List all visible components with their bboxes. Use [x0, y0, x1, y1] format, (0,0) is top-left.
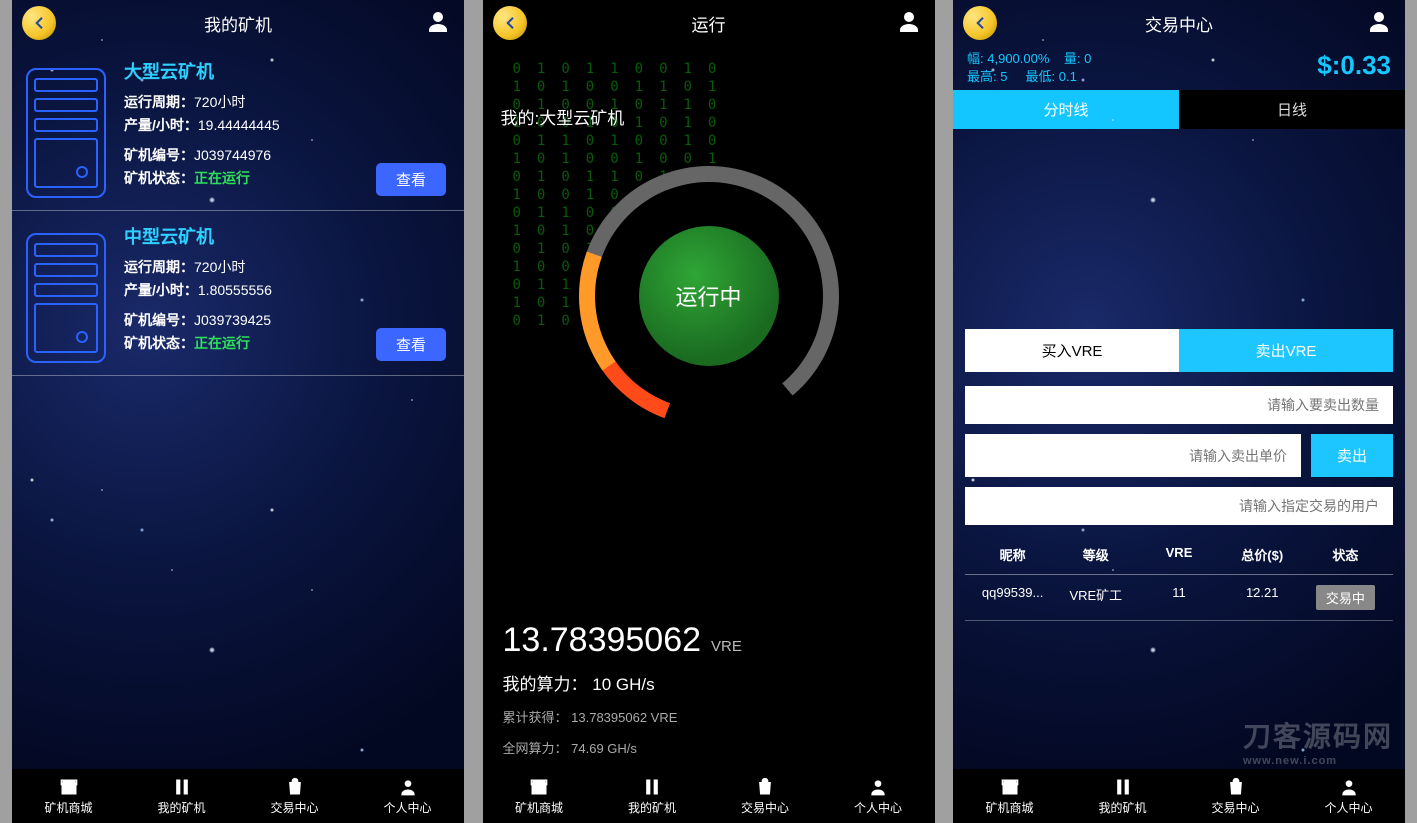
back-arrow-icon	[971, 14, 989, 32]
sell-submit-button[interactable]: 卖出	[1311, 434, 1393, 477]
profile-icon-button[interactable]	[426, 10, 450, 34]
trade-content: 买入VRE 卖出VRE 卖出 昵称等级VRE总价($)状态 qq99539...…	[953, 129, 1405, 769]
miner-name: 大型云矿机	[124, 58, 452, 84]
server-icon	[26, 68, 106, 198]
table-row: qq99539...VRE矿工1112.21交易中	[965, 575, 1393, 621]
view-button[interactable]: 查看	[376, 163, 446, 196]
back-arrow-icon	[501, 14, 519, 32]
back-button[interactable]	[22, 6, 56, 40]
nav-item[interactable]: 个人中心	[822, 769, 935, 823]
price-input[interactable]	[965, 434, 1301, 477]
page-title: 我的矿机	[204, 11, 272, 36]
sell-tab[interactable]: 卖出VRE	[1179, 329, 1393, 372]
target-user-input[interactable]	[965, 487, 1393, 525]
nav-item[interactable]: 矿机商城	[12, 769, 125, 823]
chart-tabs: 分时线 日线	[953, 90, 1405, 129]
back-button[interactable]	[493, 6, 527, 40]
my-hashrate: 我的算力： 10 GH/s	[503, 670, 915, 695]
buy-tab[interactable]: 买入VRE	[965, 329, 1179, 372]
nav-item[interactable]: 个人中心	[1292, 769, 1405, 823]
status-badge[interactable]: 交易中	[1316, 585, 1375, 610]
profile-icon-button[interactable]	[1367, 10, 1391, 34]
screen-my-miners: 我的矿机 大型云矿机运行周期：720小时产量/小时：19.44444445矿机编…	[12, 0, 464, 823]
back-arrow-icon	[30, 14, 48, 32]
stats-block: 13.78395062 VRE 我的算力： 10 GH/s 累计获得： 13.7…	[503, 621, 915, 757]
screen-trade-center: 交易中心 幅: 4,900.00% 量: 0 最高: 5 最低: 0.1 $:0…	[953, 0, 1405, 823]
profile-icon-button[interactable]	[897, 10, 921, 34]
orders-table-body: qq99539...VRE矿工1112.21交易中	[965, 575, 1393, 621]
orders-table-header: 昵称等级VRE总价($)状态	[965, 535, 1393, 575]
nav-item[interactable]: 交易中心	[1179, 769, 1292, 823]
network-hashrate: 全网算力： 74.69 GH/s	[503, 738, 915, 757]
user-icon	[1367, 10, 1391, 34]
view-button[interactable]: 查看	[376, 328, 446, 361]
bottom-nav: 矿机商城我的矿机交易中心个人中心	[12, 769, 464, 823]
mine-name-line: 我的:大型云矿机	[501, 104, 625, 129]
page-title: 运行	[692, 11, 726, 36]
nav-item[interactable]: 我的矿机	[125, 769, 238, 823]
nav-item[interactable]: 矿机商城	[483, 769, 596, 823]
tab-day[interactable]: 日线	[1179, 90, 1405, 129]
current-price: $:0.33	[1317, 50, 1391, 86]
buy-sell-tabs: 买入VRE 卖出VRE	[965, 329, 1393, 372]
nav-item[interactable]: 交易中心	[709, 769, 822, 823]
screen-running: 010110010 101001101 010010110 100101010 …	[483, 0, 935, 823]
miner-card: 大型云矿机运行周期：720小时产量/小时：19.44444445矿机编号：J03…	[12, 46, 464, 211]
nav-item[interactable]: 我的矿机	[1066, 769, 1179, 823]
user-icon	[426, 10, 450, 34]
nav-item[interactable]: 矿机商城	[953, 769, 1066, 823]
back-button[interactable]	[963, 6, 997, 40]
bottom-nav: 矿机商城我的矿机交易中心个人中心	[483, 769, 935, 823]
tab-minute[interactable]: 分时线	[953, 90, 1179, 129]
ticker-left: 幅: 4,900.00% 量: 0 最高: 5 最低: 0.1	[967, 50, 1091, 86]
page-title: 交易中心	[1145, 11, 1213, 36]
header: 我的矿机	[12, 0, 464, 46]
nav-item[interactable]: 交易中心	[238, 769, 351, 823]
bottom-nav: 矿机商城我的矿机交易中心个人中心	[953, 769, 1405, 823]
miner-name: 中型云矿机	[124, 223, 452, 249]
header: 交易中心	[953, 0, 1405, 46]
miner-card: 中型云矿机运行周期：720小时产量/小时：1.80555556矿机编号：J039…	[12, 211, 464, 376]
trade-form: 买入VRE 卖出VRE 卖出 昵称等级VRE总价($)状态 qq99539...…	[965, 329, 1393, 621]
dial-status: 运行中	[639, 226, 779, 366]
earned-vre: 13.78395062 VRE	[503, 621, 915, 660]
running-content: 我的:大型云矿机 运行中 13.78395062 VRE 我的算力： 10 GH…	[483, 46, 935, 769]
nav-item[interactable]: 个人中心	[351, 769, 464, 823]
dial-ring: 运行中	[579, 166, 839, 426]
price-bar: 幅: 4,900.00% 量: 0 最高: 5 最低: 0.1 $:0.33	[953, 46, 1405, 90]
miner-list: 大型云矿机运行周期：720小时产量/小时：19.44444445矿机编号：J03…	[12, 46, 464, 769]
header: 运行	[483, 0, 935, 46]
server-icon	[26, 233, 106, 363]
progress-dial: 运行中	[579, 166, 839, 426]
nav-item[interactable]: 我的矿机	[596, 769, 709, 823]
total-earned: 累计获得： 13.78395062 VRE	[503, 707, 915, 726]
quantity-input[interactable]	[965, 386, 1393, 424]
user-icon	[897, 10, 921, 34]
